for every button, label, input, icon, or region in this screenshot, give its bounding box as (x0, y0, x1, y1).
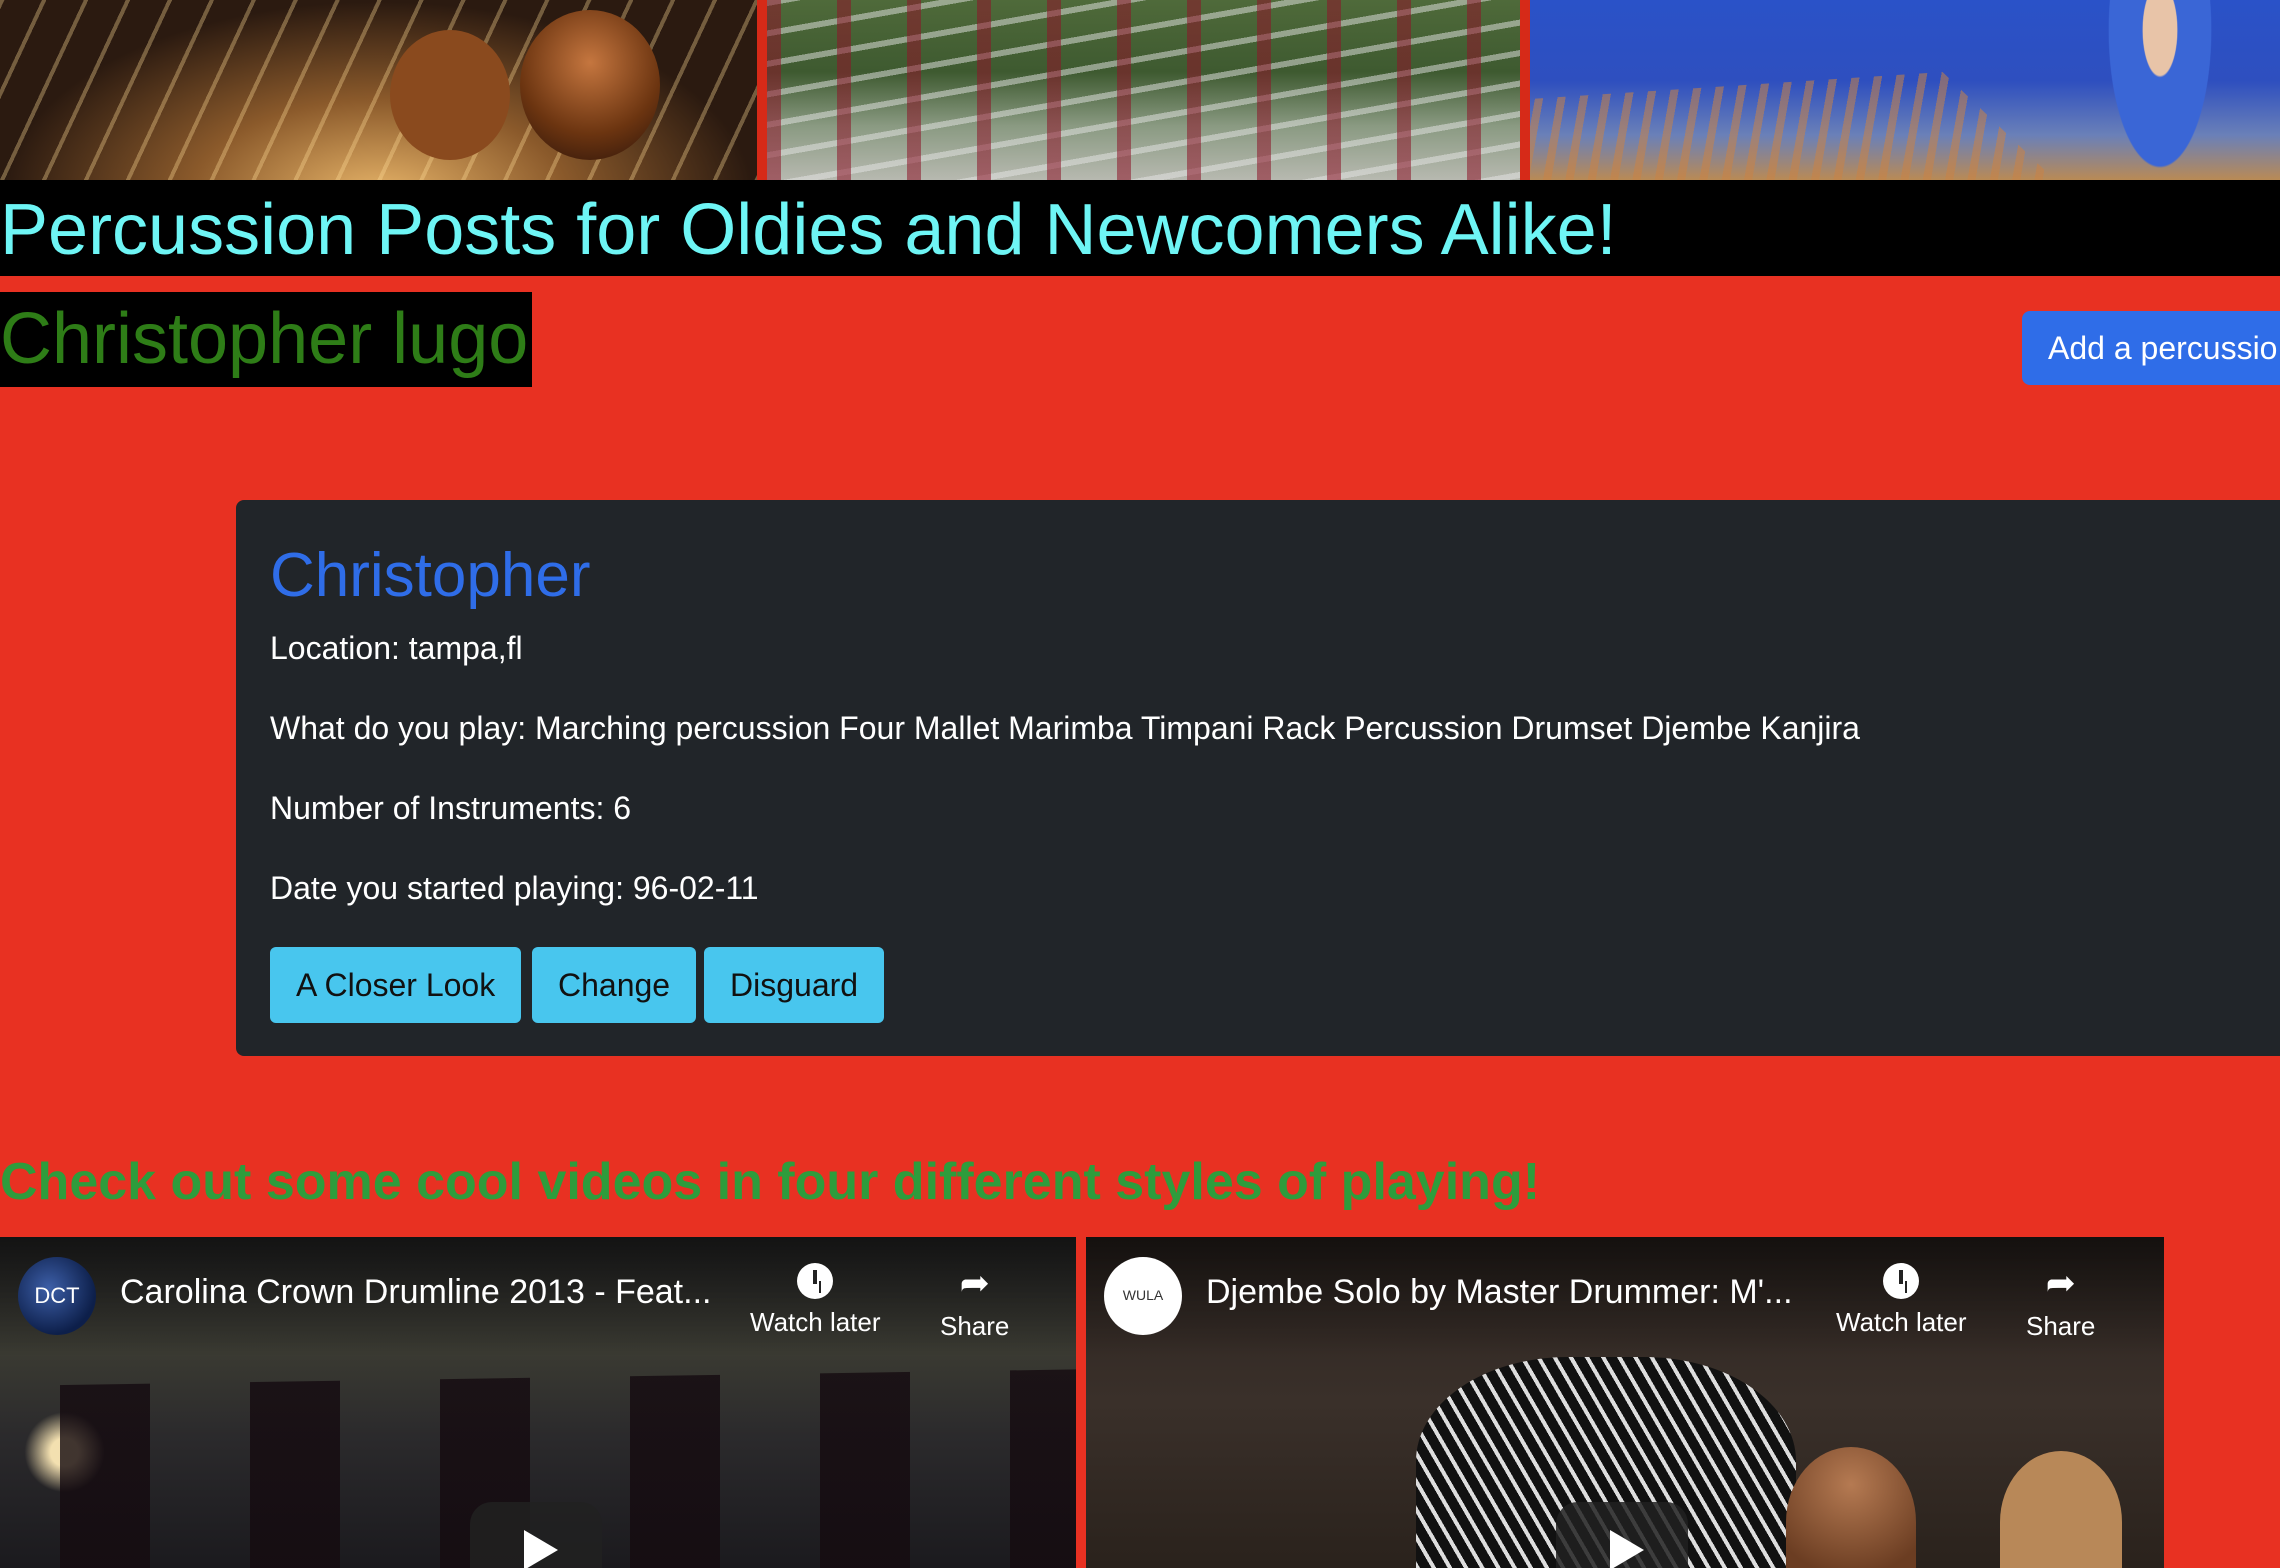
banner-divider (757, 0, 767, 180)
play-button-icon[interactable] (1556, 1502, 1688, 1568)
closer-look-button[interactable]: A Closer Look (270, 947, 522, 1023)
channel-logo[interactable]: DCT (18, 1257, 96, 1335)
banner-photo-indoor-percussion (1530, 0, 2280, 180)
banner-photo-marimbas-timpani (0, 0, 757, 180)
add-percussion-button[interactable]: Add a percussio (2022, 311, 2280, 385)
post-card: Christopher Location: tampa,fl What do y… (236, 500, 2280, 1056)
header-banner (0, 0, 2280, 180)
post-name: Christopher (270, 541, 591, 610)
share-arrow-icon: ➦ (959, 1262, 990, 1303)
share-label: Share (940, 1311, 1010, 1341)
clock-icon (797, 1263, 834, 1299)
banner-divider (1520, 0, 1530, 180)
watch-later-label: Watch later (750, 1307, 881, 1337)
play-button-icon[interactable] (470, 1502, 602, 1568)
user-name: Christopher lugo (0, 292, 533, 387)
channel-logo[interactable]: WULA (1104, 1257, 1182, 1335)
site-title: Percussion Posts for Oldies and Newcomer… (0, 190, 1617, 270)
disguard-button[interactable]: Disguard (704, 947, 885, 1023)
channel-logo-text: DCT (34, 1283, 80, 1308)
video-gap (1076, 1237, 1086, 1568)
post-instrument-count: Number of Instruments: 6 (270, 790, 632, 826)
share-button[interactable]: ➦ Share (940, 1263, 1009, 1342)
clock-icon (1883, 1263, 1920, 1299)
change-button[interactable]: Change (532, 947, 697, 1023)
share-button[interactable]: ➦ Share (2026, 1263, 2095, 1342)
post-location: Location: tampa,fl (270, 630, 523, 666)
watch-later-button[interactable]: Watch later (750, 1263, 881, 1338)
video-title[interactable]: Djembe Solo by Master Drummer: M'... (1206, 1273, 1826, 1312)
channel-logo-text: WULA (1122, 1287, 1164, 1303)
banner-photo-drumline-field (767, 0, 1520, 180)
post-start-date: Date you started playing: 96-02-11 (270, 870, 759, 906)
video-embed-djembe[interactable]: WULA Djembe Solo by Master Drummer: M'..… (1086, 1237, 2164, 1568)
post-instruments-played: What do you play: Marching percussion Fo… (270, 710, 1860, 746)
watch-later-button[interactable]: Watch later (1836, 1263, 1967, 1338)
video-embed-drumline[interactable]: DCT Carolina Crown Drumline 2013 - Feat.… (0, 1237, 1076, 1568)
share-arrow-icon: ➦ (2045, 1262, 2076, 1303)
video-title[interactable]: Carolina Crown Drumline 2013 - Feat... (120, 1273, 740, 1312)
share-label: Share (2026, 1311, 2096, 1341)
watch-later-label: Watch later (1836, 1307, 1967, 1337)
videos-heading: Check out some cool videos in four diffe… (0, 1153, 1541, 1211)
